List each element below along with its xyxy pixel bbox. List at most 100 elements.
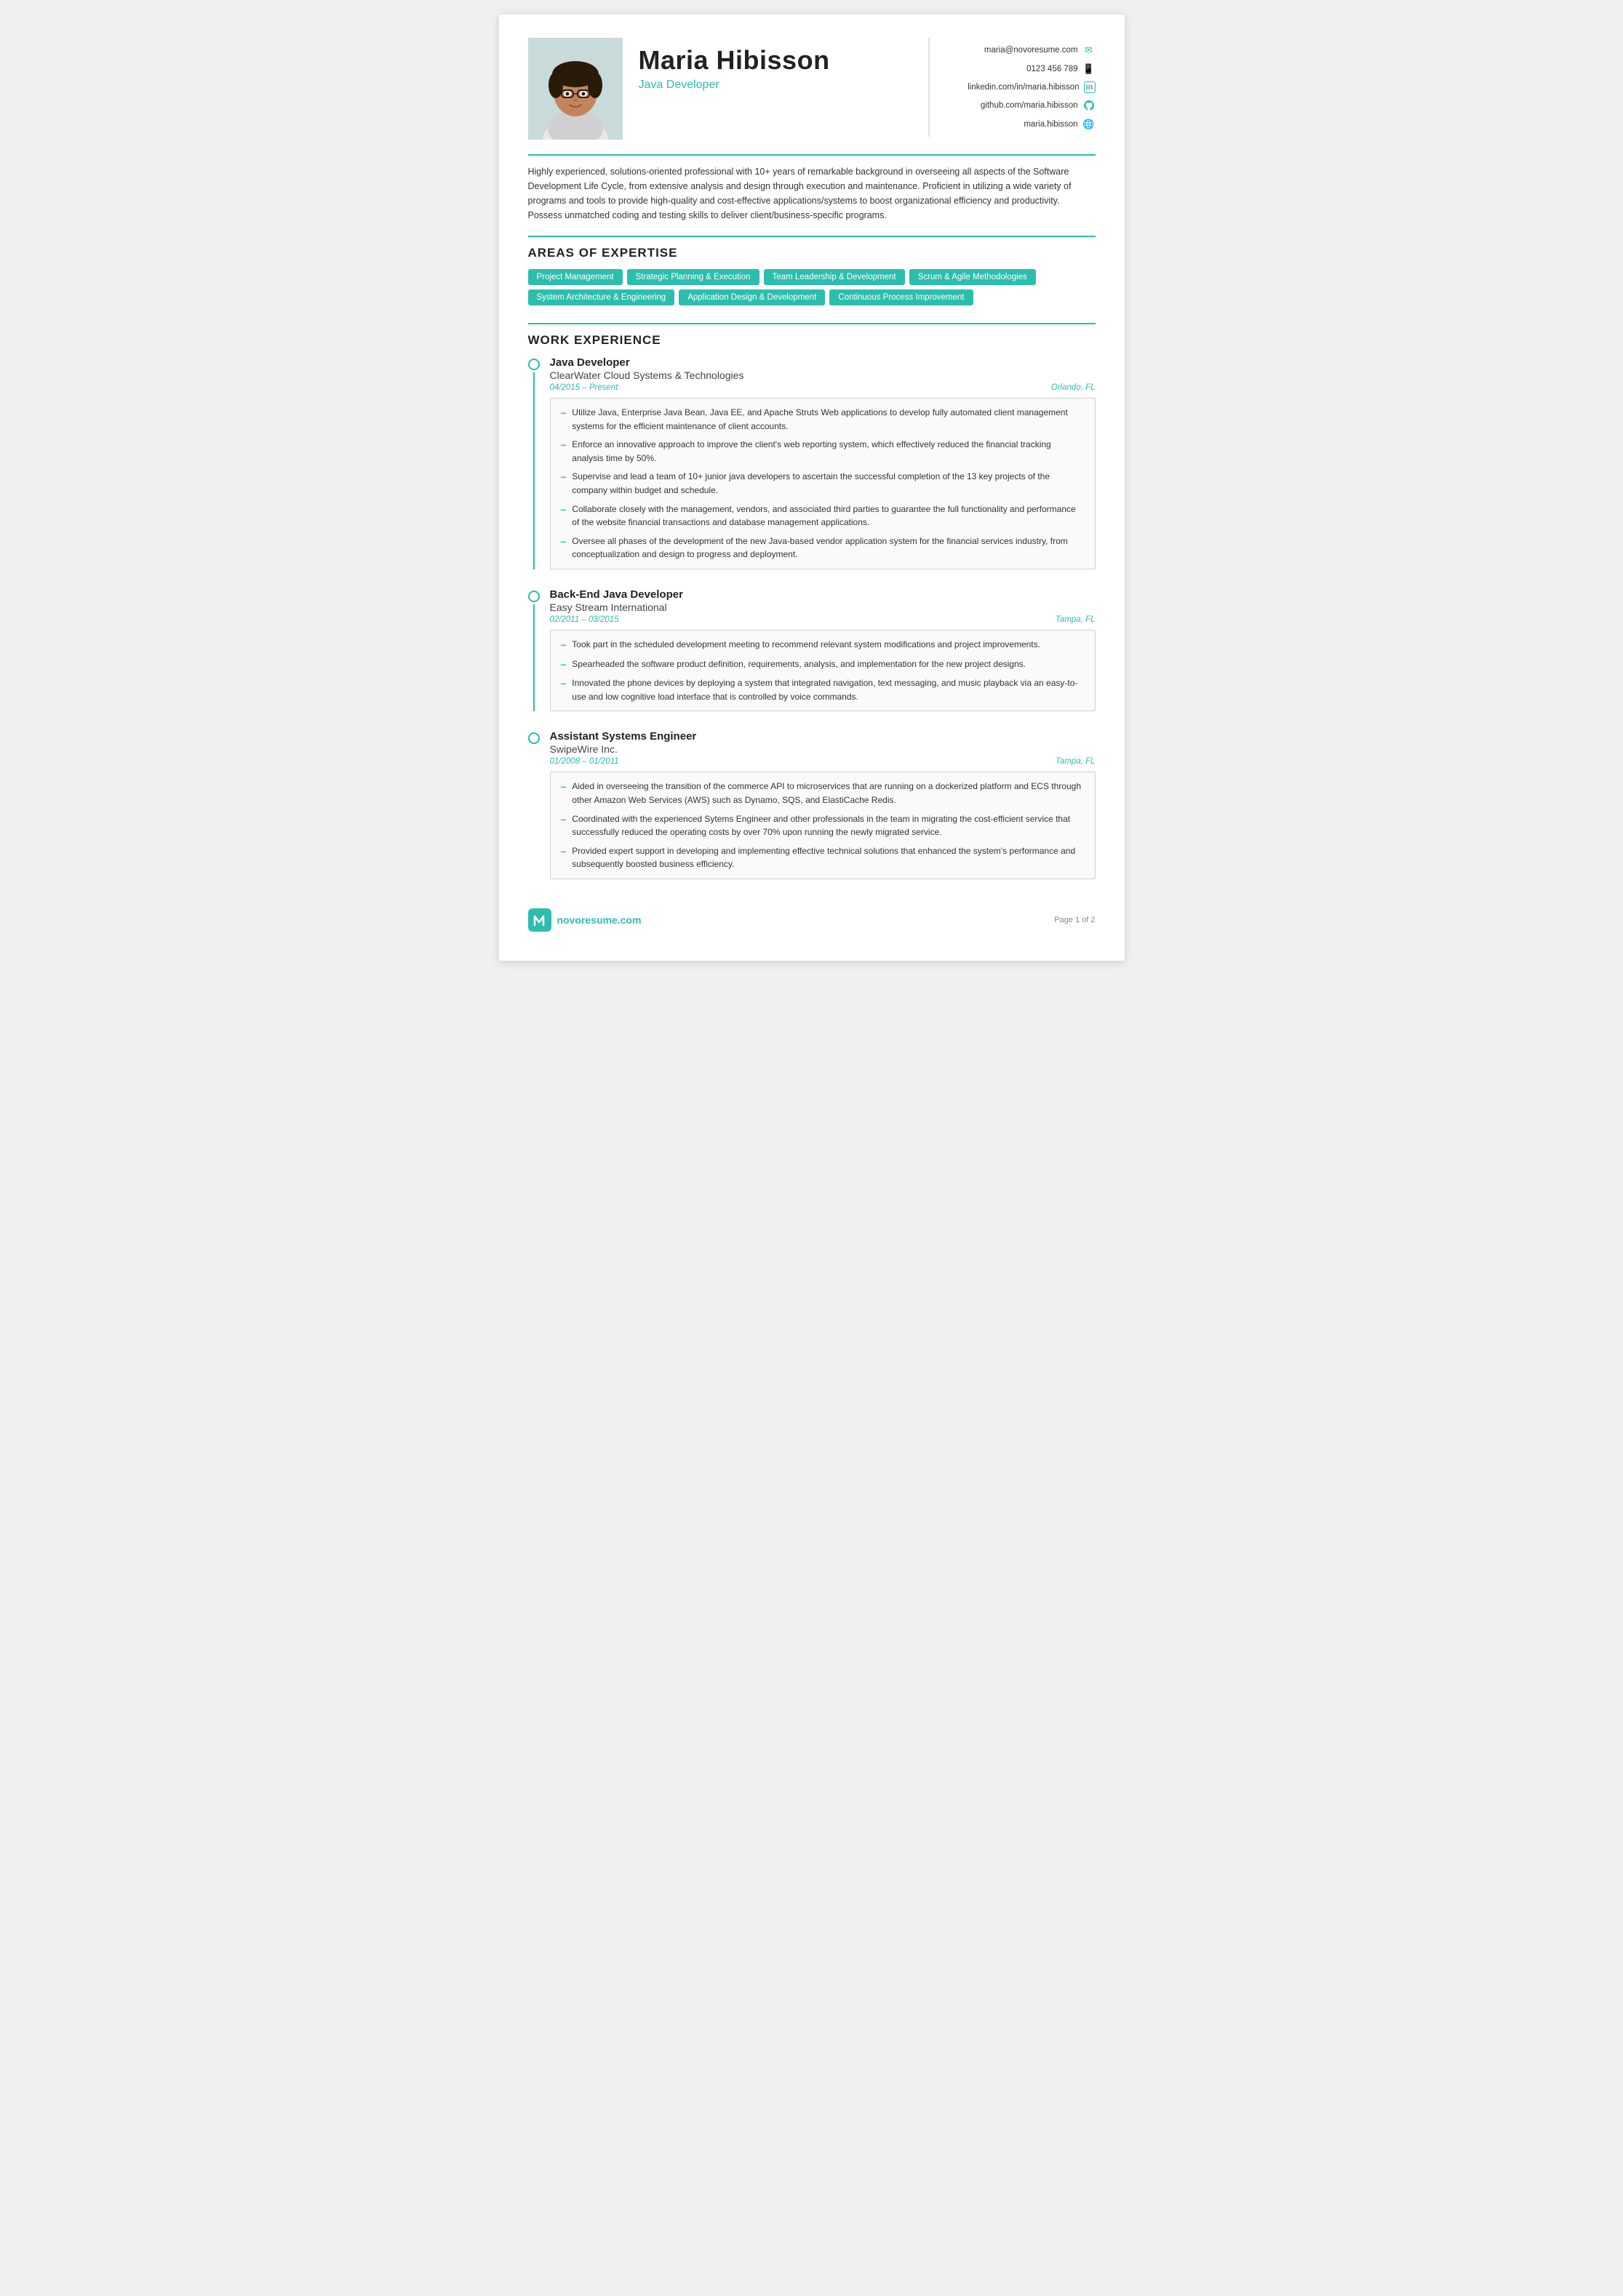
bullet-dash: –	[561, 780, 567, 794]
bullet-dash: –	[561, 470, 567, 484]
job-title: Java Developer	[639, 79, 928, 92]
resume-page: Maria Hibisson Java Developer maria@novo…	[499, 15, 1125, 961]
job-icon-col	[528, 356, 540, 569]
job-entry: Java DeveloperClearWater Cloud Systems &…	[528, 356, 1096, 569]
work-experience-title: WORK EXPERIENCE	[528, 333, 1096, 348]
job-entry: Assistant Systems EngineerSwipeWire Inc.…	[528, 730, 1096, 879]
bullet-text: Aided in overseeing the transition of th…	[572, 780, 1084, 807]
job-content: Java DeveloperClearWater Cloud Systems &…	[550, 356, 1096, 569]
job-content: Back-End Java DeveloperEasy Stream Inter…	[550, 588, 1096, 711]
github-text: github.com/maria.hibisson	[981, 101, 1078, 110]
bullet-item: –Aided in overseeing the transition of t…	[561, 780, 1085, 807]
bullet-item: –Innovated the phone devices by deployin…	[561, 676, 1085, 703]
name-title-block: Maria Hibisson Java Developer	[639, 38, 928, 92]
footer-logo: novoresume.com	[528, 908, 642, 932]
bullet-dash: –	[561, 503, 567, 517]
bullet-item: –Spearheaded the software product defini…	[561, 657, 1085, 672]
linkedin-icon: in	[1084, 81, 1096, 93]
job-dates: 04/2015 – Present	[550, 383, 618, 392]
tags-row-2: System Architecture & EngineeringApplica…	[528, 289, 1096, 305]
bullet-item: –Utilize Java, Enterprise Java Bean, Jav…	[561, 406, 1085, 433]
bullet-text: Supervise and lead a team of 10+ junior …	[572, 470, 1084, 497]
contact-info: maria@novoresume.com ✉ 0123 456 789 📱 li…	[928, 38, 1096, 137]
jobs-container: Java DeveloperClearWater Cloud Systems &…	[528, 356, 1096, 879]
job-bullets: –Utilize Java, Enterprise Java Bean, Jav…	[550, 398, 1096, 569]
expertise-title: AREAS OF EXPERTISE	[528, 246, 1096, 260]
bullet-text: Utilize Java, Enterprise Java Bean, Java…	[572, 406, 1084, 433]
page-number: Page 1 of 2	[1054, 916, 1095, 924]
bullet-dash: –	[561, 438, 567, 452]
footer-logo-text: novoresume.com	[557, 914, 642, 926]
job-title-text: Assistant Systems Engineer	[550, 730, 1096, 743]
job-location: Tampa, FL	[1056, 757, 1096, 766]
tags-row-1: Project ManagementStrategic Planning & E…	[528, 269, 1096, 285]
bullet-text: Coordinated with the experienced Sytems …	[572, 812, 1084, 839]
portfolio-icon: 🌐	[1082, 118, 1096, 131]
job-title-text: Java Developer	[550, 356, 1096, 369]
bullet-dash: –	[561, 676, 567, 691]
bullet-dash: –	[561, 406, 567, 420]
expertise-tag: System Architecture & Engineering	[528, 289, 675, 305]
job-location: Tampa, FL	[1056, 615, 1096, 624]
bullet-dash: –	[561, 535, 567, 549]
email-text: maria@novoresume.com	[984, 46, 1078, 55]
job-timeline-line	[533, 372, 535, 569]
expertise-tag: Continuous Process Improvement	[829, 289, 973, 305]
bullet-item: –Provided expert support in developing a…	[561, 844, 1085, 871]
email-icon: ✉	[1082, 44, 1096, 57]
bullet-text: Enforce an innovative approach to improv…	[572, 438, 1084, 465]
bullet-text: Oversee all phases of the development of…	[572, 535, 1084, 561]
phone-row: 0123 456 789 📱	[943, 63, 1096, 76]
job-dates-location: 01/2008 – 01/2011 Tampa, FL	[550, 757, 1096, 766]
job-circle-icon	[528, 591, 540, 602]
linkedin-row: linkedin.com/in/maria.hibisson in	[943, 81, 1096, 93]
bullet-item: –Coordinated with the experienced Sytems…	[561, 812, 1085, 839]
expertise-tag: Team Leadership & Development	[764, 269, 905, 285]
header-divider	[528, 154, 1096, 156]
footer: novoresume.com Page 1 of 2	[528, 901, 1096, 932]
avatar	[528, 38, 623, 140]
email-row: maria@novoresume.com ✉	[943, 44, 1096, 57]
job-company: Easy Stream International	[550, 601, 1096, 613]
bullet-item: –Oversee all phases of the development o…	[561, 535, 1085, 561]
job-dates-location: 04/2015 – Present Orlando, FL	[550, 383, 1096, 392]
bullet-text: Took part in the scheduled development m…	[572, 638, 1040, 652]
job-icon-col	[528, 730, 540, 879]
job-dates: 02/2011 – 03/2015	[550, 615, 619, 624]
bullet-item: –Supervise and lead a team of 10+ junior…	[561, 470, 1085, 497]
linkedin-text: linkedin.com/in/maria.hibisson	[968, 83, 1079, 92]
work-experience-section: WORK EXPERIENCE Java DeveloperClearWater…	[528, 333, 1096, 879]
bullet-dash: –	[561, 638, 567, 652]
expertise-tag: Scrum & Agile Methodologies	[909, 269, 1036, 285]
job-content: Assistant Systems EngineerSwipeWire Inc.…	[550, 730, 1096, 879]
bullet-item: –Took part in the scheduled development …	[561, 638, 1085, 652]
bullet-dash: –	[561, 844, 567, 859]
portfolio-text: maria.hibisson	[1024, 120, 1077, 129]
job-bullets: –Took part in the scheduled development …	[550, 630, 1096, 711]
header-section: Maria Hibisson Java Developer maria@novo…	[528, 38, 1096, 140]
bullet-text: Collaborate closely with the management,…	[572, 503, 1084, 529]
job-bullets: –Aided in overseeing the transition of t…	[550, 772, 1096, 879]
job-title-text: Back-End Java Developer	[550, 588, 1096, 601]
job-dates-location: 02/2011 – 03/2015 Tampa, FL	[550, 615, 1096, 624]
bullet-text: Provided expert support in developing an…	[572, 844, 1084, 871]
bullet-dash: –	[561, 812, 567, 827]
bullet-text: Spearheaded the software product definit…	[572, 657, 1026, 671]
person-name: Maria Hibisson	[639, 45, 928, 76]
work-divider	[528, 323, 1096, 324]
job-entry: Back-End Java DeveloperEasy Stream Inter…	[528, 588, 1096, 711]
summary-text: Highly experienced, solutions-oriented p…	[528, 164, 1096, 223]
job-company: ClearWater Cloud Systems & Technologies	[550, 369, 1096, 381]
job-circle-icon	[528, 732, 540, 744]
job-timeline-line	[533, 604, 535, 711]
expertise-section: AREAS OF EXPERTISE Project ManagementStr…	[528, 246, 1096, 305]
portfolio-row: maria.hibisson 🌐	[943, 118, 1096, 131]
expertise-divider	[528, 236, 1096, 237]
bullet-dash: –	[561, 657, 567, 672]
expertise-tag: Strategic Planning & Execution	[627, 269, 759, 285]
bullet-item: –Enforce an innovative approach to impro…	[561, 438, 1085, 465]
job-dates: 01/2008 – 01/2011	[550, 757, 619, 766]
bullet-text: Innovated the phone devices by deploying…	[572, 676, 1084, 703]
phone-icon: 📱	[1082, 63, 1096, 76]
job-location: Orlando, FL	[1051, 383, 1096, 392]
